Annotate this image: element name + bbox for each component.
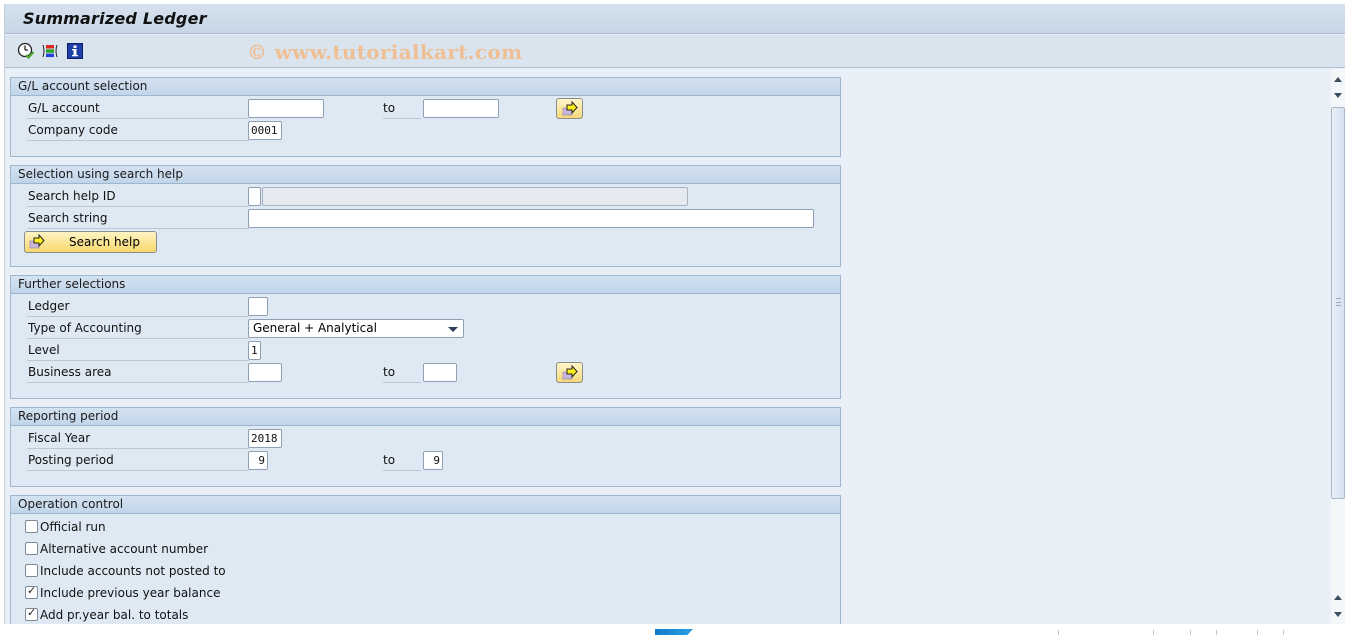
- company-code-input[interactable]: [248, 121, 282, 140]
- search-string-input[interactable]: [248, 209, 814, 228]
- checkbox-label: Official run: [40, 520, 106, 534]
- business-area-from-input[interactable]: [248, 363, 282, 382]
- status-separator: [1283, 630, 1284, 635]
- selection-screen: G/L account selection G/L account to Com…: [5, 69, 1331, 624]
- sap-window: Summarized Ledger © www.tutorialkart.com…: [4, 4, 1345, 624]
- gl-account-from-input[interactable]: [248, 99, 324, 118]
- business-area-to-label: to: [383, 363, 421, 383]
- fiscal-year-label: Fiscal Year: [27, 429, 249, 449]
- type-of-accounting-dropdown[interactable]: General + Analytical: [248, 319, 464, 338]
- posting-period-row: Posting period to: [11, 451, 842, 471]
- posting-period-to-label: to: [383, 451, 421, 471]
- checkbox[interactable]: [25, 564, 38, 577]
- info-icon[interactable]: [66, 42, 84, 60]
- group-further-selections: Further selections Ledger Type of Accoun…: [10, 275, 841, 399]
- search-help-description-field: [262, 187, 688, 206]
- group-reporting-period: Reporting period Fiscal Year Posting per…: [10, 407, 841, 487]
- grip-icon: [1336, 298, 1341, 306]
- selection-options-icon[interactable]: [41, 42, 59, 60]
- company-code-label: Company code: [27, 121, 249, 141]
- fiscal-year-row: Fiscal Year: [11, 429, 842, 449]
- group-header: G/L account selection: [11, 78, 840, 96]
- checkbox[interactable]: [25, 584, 38, 599]
- search-help-button[interactable]: Search help: [24, 231, 157, 253]
- status-separator: [1216, 630, 1217, 635]
- arrow-down-icon: [1334, 612, 1342, 617]
- status-bar: [0, 625, 1358, 635]
- search-help-id-label: Search help ID: [27, 187, 249, 207]
- posting-period-to-input[interactable]: [423, 451, 443, 470]
- multiple-selection-icon: [562, 101, 578, 116]
- fiscal-year-input[interactable]: [248, 429, 282, 448]
- checkbox-label: Include previous year balance: [40, 586, 221, 600]
- scroll-thumb[interactable]: [1331, 107, 1345, 499]
- group-header: Reporting period: [11, 408, 840, 426]
- gl-account-to-input[interactable]: [423, 99, 499, 118]
- vertical-scrollbar[interactable]: [1331, 69, 1345, 624]
- level-label: Level: [27, 341, 249, 361]
- checkbox[interactable]: [25, 520, 38, 533]
- multiple-selection-icon: [562, 365, 578, 380]
- group-search-help: Selection using search help Search help …: [10, 165, 841, 267]
- level-row: Level: [11, 341, 842, 361]
- watermark: © www.tutorialkart.com: [247, 40, 523, 64]
- posting-period-label: Posting period: [27, 451, 249, 471]
- application-toolbar: © www.tutorialkart.com: [5, 35, 1345, 68]
- ledger-row: Ledger: [11, 297, 842, 317]
- checkbox-label: Include accounts not posted to: [40, 564, 226, 578]
- search-help-id-input[interactable]: [248, 187, 261, 206]
- search-help-button-label: Search help: [69, 235, 140, 249]
- business-area-row: Business area to: [11, 362, 842, 383]
- type-of-accounting-value: General + Analytical: [253, 321, 377, 335]
- status-separator: [1153, 630, 1154, 635]
- company-code-row: Company code: [11, 121, 842, 141]
- group-gl-account-selection: G/L account selection G/L account to Com…: [10, 77, 841, 157]
- multiple-selection-icon: [29, 234, 45, 249]
- group-operation-control: Operation control Official run Alternativ…: [10, 495, 841, 624]
- type-of-accounting-row: Type of Accounting General + Analytical: [11, 319, 842, 339]
- search-string-label: Search string: [27, 209, 249, 229]
- checkbox[interactable]: [25, 542, 38, 555]
- checkbox-label: Alternative account number: [40, 542, 209, 556]
- business-area-label: Business area: [27, 363, 249, 383]
- arrow-down-icon: [1334, 93, 1342, 98]
- search-string-row: Search string: [11, 209, 842, 229]
- status-separator: [1190, 630, 1191, 635]
- group-header: Selection using search help: [11, 166, 840, 184]
- search-help-id-row: Search help ID: [11, 187, 842, 207]
- ledger-input[interactable]: [248, 297, 268, 316]
- checkbox-label: Add pr.year bal. to totals: [40, 608, 189, 622]
- type-of-accounting-label: Type of Accounting: [27, 319, 249, 339]
- group-header: Further selections: [11, 276, 840, 294]
- scroll-up-button-bottom[interactable]: [1331, 591, 1345, 605]
- chevron-down-icon: [448, 327, 458, 332]
- business-area-multiple-selection-button[interactable]: [556, 362, 583, 383]
- gl-account-multiple-selection-button[interactable]: [556, 98, 583, 119]
- title-bar: Summarized Ledger: [5, 4, 1345, 34]
- scroll-up-button[interactable]: [1331, 73, 1345, 87]
- status-separator: [1058, 630, 1059, 635]
- scroll-down-button-bottom[interactable]: [1331, 607, 1345, 621]
- gl-account-label: G/L account: [27, 99, 249, 119]
- posting-period-from-input[interactable]: [248, 451, 268, 470]
- page-title: Summarized Ledger: [23, 9, 207, 28]
- level-input[interactable]: [248, 341, 261, 360]
- business-area-to-input[interactable]: [423, 363, 457, 382]
- ledger-label: Ledger: [27, 297, 249, 317]
- scroll-down-button[interactable]: [1331, 88, 1345, 102]
- execute-background-icon[interactable]: [17, 42, 35, 60]
- gl-account-row: G/L account to: [11, 98, 842, 119]
- checkbox[interactable]: [25, 606, 38, 621]
- group-header: Operation control: [11, 496, 840, 514]
- sap-logo: [655, 629, 693, 635]
- status-separator: [1257, 630, 1258, 635]
- arrow-up-icon: [1334, 77, 1342, 82]
- gl-account-to-label: to: [383, 99, 421, 119]
- arrow-up-icon: [1334, 595, 1342, 600]
